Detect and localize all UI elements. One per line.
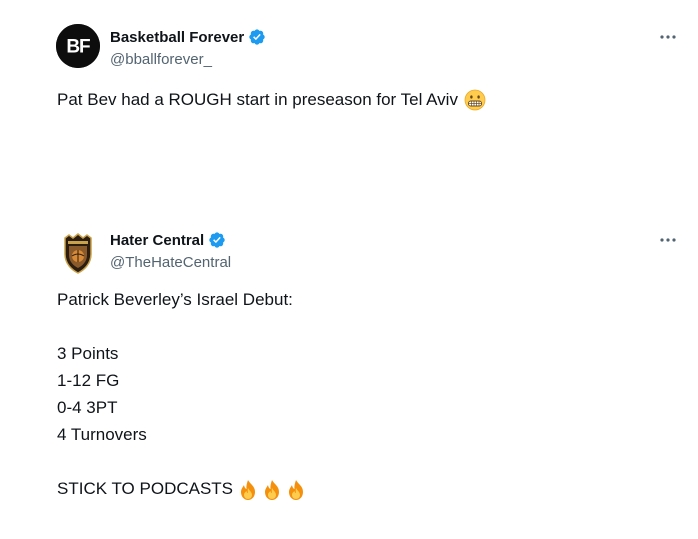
more-horizontal-icon bbox=[660, 238, 676, 242]
author-handle[interactable]: @bballforever_ bbox=[110, 51, 212, 68]
fire-emoji-group bbox=[237, 479, 307, 501]
tweet-line-turnovers: 4 Turnovers bbox=[57, 425, 147, 444]
tweet-text: Patrick Beverley’s Israel Debut: 3 Point… bbox=[57, 286, 307, 502]
more-options-button[interactable] bbox=[656, 230, 680, 250]
avatar[interactable] bbox=[56, 232, 100, 276]
tweet-line-closing-text: STICK TO PODCASTS bbox=[57, 479, 234, 498]
tweet-line-3pt: 0-4 3PT bbox=[57, 398, 118, 417]
basketball-forever-logo-icon: BF bbox=[56, 24, 100, 68]
fire-emoji bbox=[289, 479, 304, 500]
tweet-line-points: 3 Points bbox=[57, 344, 119, 363]
avatar[interactable]: BF bbox=[56, 24, 100, 68]
author-display-name[interactable]: Basketball Forever bbox=[110, 29, 244, 46]
author-display-name[interactable]: Hater Central bbox=[110, 232, 204, 249]
tweet-line-title: Patrick Beverley’s Israel Debut: bbox=[57, 290, 293, 309]
tweet-line-fg: 1-12 FG bbox=[57, 371, 120, 390]
tweet-text: Pat Bev had a ROUGH start in preseason f… bbox=[57, 86, 486, 113]
fire-emoji bbox=[241, 479, 256, 500]
grimacing-face-emoji bbox=[464, 89, 486, 110]
tweet-text-content: Pat Bev had a ROUGH start in preseason f… bbox=[57, 90, 458, 109]
tweet-line-closing: STICK TO PODCASTS bbox=[57, 475, 307, 502]
verified-badge-icon bbox=[249, 29, 265, 45]
fire-emoji bbox=[265, 479, 280, 500]
tweet-card[interactable]: Hater Central @TheHateCentral Patrick Be… bbox=[0, 220, 698, 539]
tweet-card[interactable]: BF Basketball Forever @bballforever_ Pat… bbox=[0, 0, 698, 200]
more-options-button[interactable] bbox=[656, 27, 680, 47]
svg-text:BF: BF bbox=[66, 37, 90, 58]
more-horizontal-icon bbox=[660, 35, 676, 39]
verified-badge-icon bbox=[209, 232, 225, 248]
hater-central-crest-icon bbox=[64, 233, 92, 274]
author-handle[interactable]: @TheHateCentral bbox=[110, 254, 231, 271]
